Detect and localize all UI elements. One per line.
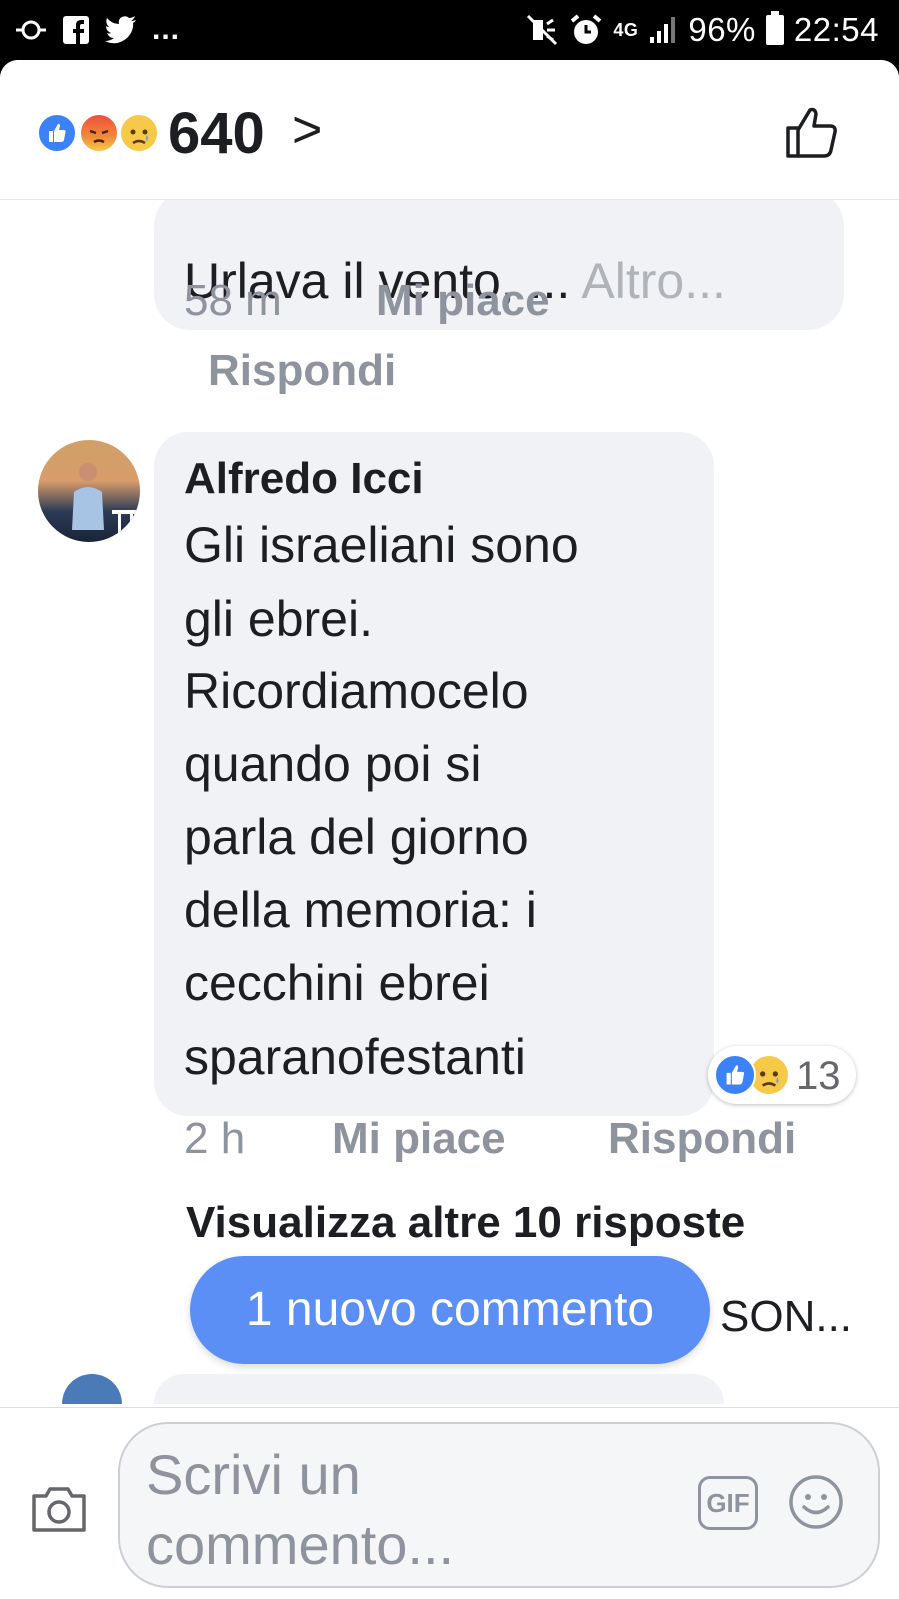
comment-reaction-count: 13	[796, 1054, 841, 1098]
comment-line: quando poi si	[184, 736, 482, 792]
comment-composer: Scrivi un commento... GIF	[0, 1407, 899, 1599]
view-more-replies-link[interactable]: Visualizza altre 10 risposte	[186, 1198, 745, 1248]
reactions-header: 640 >	[0, 60, 899, 200]
avatar[interactable]	[38, 440, 140, 542]
emoji-icon[interactable]	[788, 1474, 844, 1530]
status-bar-left: ...	[14, 10, 180, 50]
next-avatar	[62, 1374, 122, 1404]
battery-icon	[765, 11, 784, 45]
facebook-icon	[63, 16, 89, 44]
comment-reactions[interactable]: 13	[708, 1046, 856, 1104]
next-comment-bubble	[154, 1374, 724, 1404]
chevron-right-icon[interactable]: >	[292, 100, 322, 160]
comment-line: Gli israeliani sono	[184, 517, 579, 573]
comment-input[interactable]: Scrivi un commento... GIF	[118, 1422, 880, 1588]
alarm-icon	[571, 14, 602, 44]
comment-timestamp: 58 m	[184, 276, 282, 325]
reaction-count[interactable]: 640	[168, 100, 265, 167]
mute-icon	[527, 14, 558, 46]
like-comment-button[interactable]: Mi piace	[376, 276, 550, 326]
placeholder-line: commento...	[146, 1513, 455, 1576]
comment-line: sparanofestanti	[184, 1029, 526, 1085]
notification-overflow: ...	[152, 13, 181, 46]
see-more-link[interactable]: Altro...	[581, 253, 725, 309]
like-reaction-icon	[714, 1054, 756, 1096]
signal-icon	[650, 17, 676, 43]
twitter-icon	[105, 16, 136, 44]
reply-comment-button[interactable]: Rispondi	[208, 346, 396, 396]
comment-line: parla del giorno	[184, 809, 529, 865]
partial-reply-text: SON...	[720, 1292, 853, 1341]
placeholder-line: Scrivi un	[146, 1443, 361, 1506]
thumbs-up-icon[interactable]	[784, 104, 840, 160]
gif-icon[interactable]: GIF	[698, 1476, 758, 1530]
comment-line: della memoria: i	[184, 882, 537, 938]
like-comment-button[interactable]: Mi piace	[332, 1114, 506, 1164]
comment-bubble-main[interactable]: Alfredo Icci Gli israeliani sono gli ebr…	[154, 432, 714, 1116]
comment-timestamp: 2 h	[184, 1114, 246, 1163]
status-bar-right: 4G 96% 22:54	[525, 8, 879, 52]
comment-line: cecchini ebrei	[184, 955, 490, 1011]
comment-line: gli ebrei.	[184, 591, 373, 647]
comment-line: Ricordiamocelo	[184, 663, 529, 719]
sad-reaction-icon	[118, 112, 160, 154]
reply-comment-button[interactable]: Rispondi	[608, 1114, 796, 1164]
new-comment-pill[interactable]: 1 nuovo commento	[190, 1256, 710, 1364]
comment-author[interactable]: Alfredo Icci	[184, 454, 424, 504]
comments-panel: 640 > Urlava il vento, ... Altro... 58 m…	[0, 60, 899, 1599]
camera-icon[interactable]	[30, 1484, 88, 1534]
network-type: 4G	[613, 20, 639, 40]
battery-percent: 96%	[688, 11, 756, 48]
comment-placeholder: Scrivi un commento...	[146, 1440, 666, 1580]
like-reaction-icon	[36, 112, 78, 154]
sync-icon	[16, 20, 46, 40]
status-bar: ... 4G 96% 22:54	[0, 0, 899, 60]
angry-reaction-icon	[78, 112, 120, 154]
clock: 22:54	[793, 11, 879, 48]
